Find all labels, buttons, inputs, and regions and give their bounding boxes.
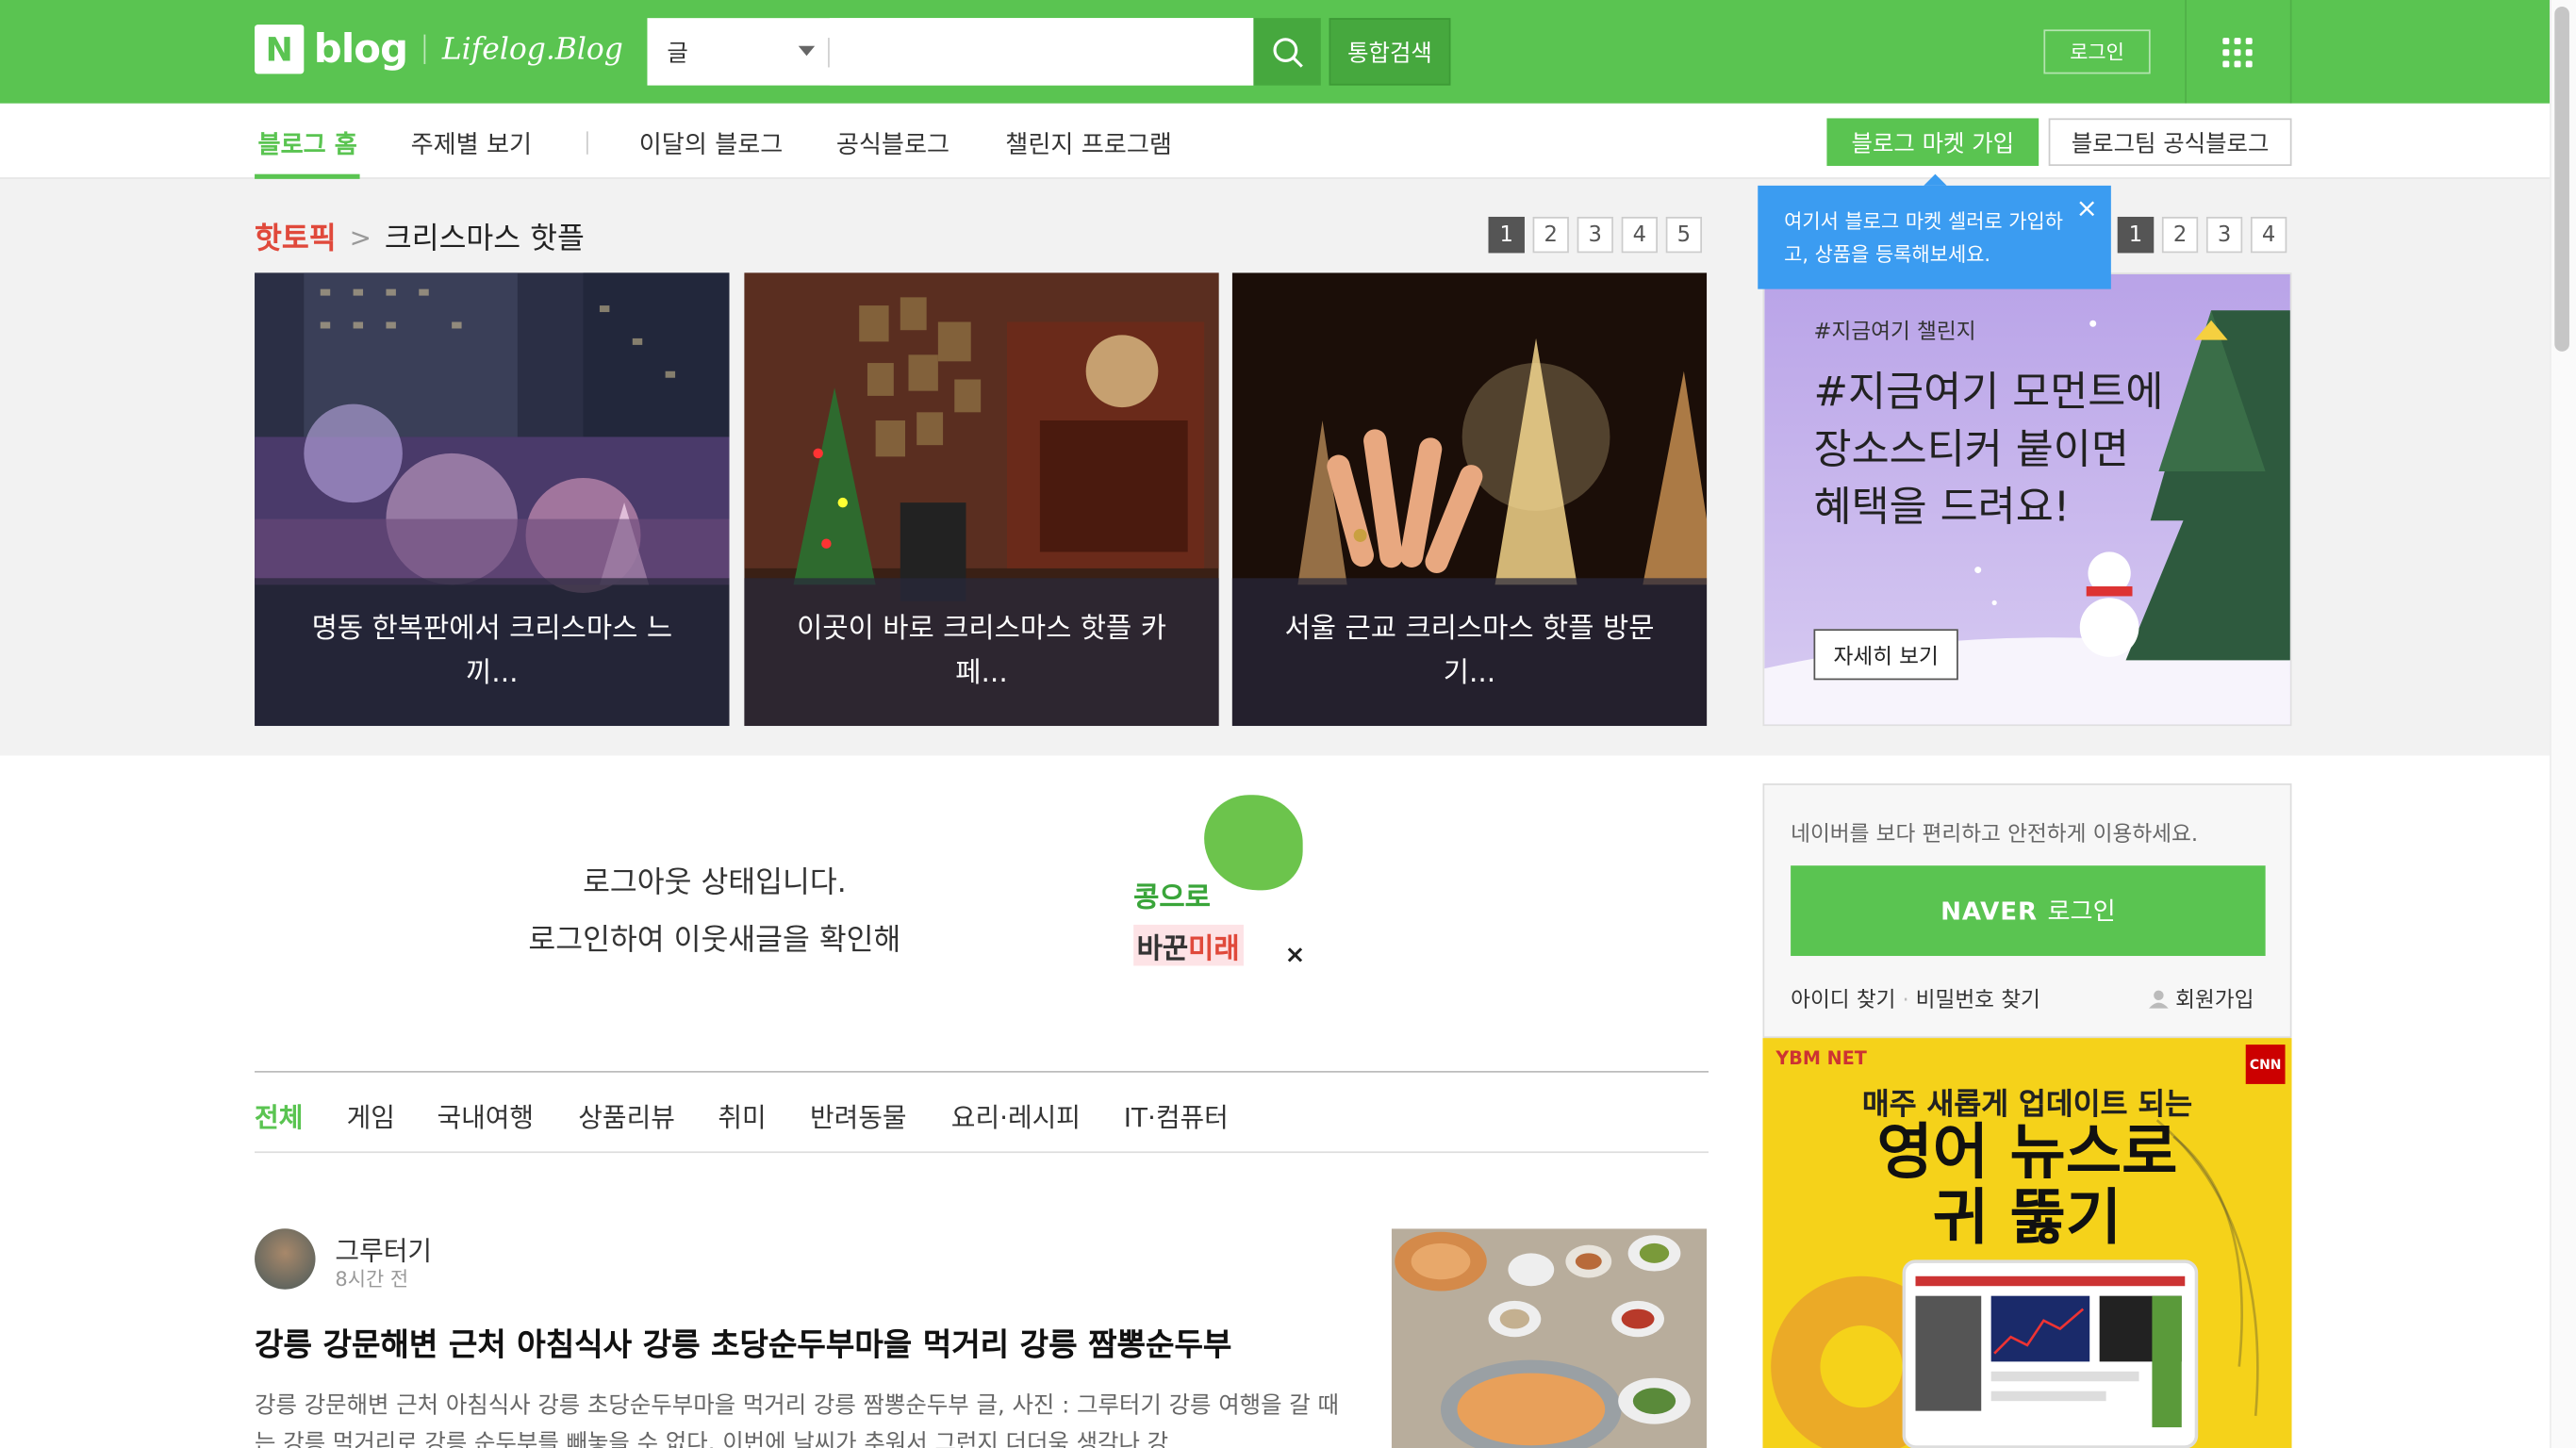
search-box: 글 (647, 18, 1254, 86)
tab-it-computer[interactable]: IT·컴퓨터 (1124, 1095, 1229, 1135)
login-button[interactable]: 로그인 (2043, 29, 2151, 74)
hot-topic-label[interactable]: 핫토픽 (255, 215, 337, 257)
hot-topic-pager: 1 2 3 4 5 (1488, 216, 1703, 254)
card-caption: 명동 한복판에서 크리스마스 느끼... (255, 578, 730, 727)
user-icon (2149, 989, 2170, 1008)
join-label: 회원가입 (2175, 988, 2254, 1013)
page-button[interactable]: 5 (1665, 216, 1703, 254)
login-box: 네이버를 보다 편리하고 안전하게 이용하세요. NAVER 로그인 아이디 찾… (1762, 783, 2292, 1039)
tab-pets[interactable]: 반려동물 (810, 1095, 907, 1135)
ad-line2-a: 영어 뉴스로 (1876, 1116, 2178, 1188)
market-tooltip: 여기서 블로그 마켓 셀러로 가입하고, 상품을 등록해보세요. × (1758, 173, 2111, 289)
nav-challenge-program[interactable]: 챌린지 프로그램 (1005, 126, 1172, 161)
ybm-ad-banner[interactable]: YBM NET CNN 매주 새롭게 업데이트 되는 영어 뉴스로 귀 뚫기 (1762, 1038, 2292, 1448)
cnn-logo: CNN (2245, 1045, 2286, 1084)
ad-device-mockup (1902, 1259, 2199, 1448)
hot-topic-title: 핫토픽 > 크리스마스 핫플 (255, 215, 585, 257)
tab-domestic-travel[interactable]: 국내여행 (437, 1095, 534, 1135)
bakwon-b: 미래 (1188, 932, 1240, 966)
search-button[interactable] (1253, 18, 1321, 86)
tab-game[interactable]: 게임 (347, 1095, 395, 1135)
post-body[interactable]: 강릉 강문해변 근처 아침식사 강릉 초당순두부마을 먹거리 강릉 짬뽕순두부 … (255, 1388, 1355, 1448)
ad-line2-b: 귀 뚫기 (1932, 1182, 2122, 1254)
post-time: 8시간 전 (335, 1268, 409, 1292)
kong-text: 콩으로 (1133, 881, 1211, 915)
post-thumbnail[interactable] (1391, 1228, 1708, 1448)
naver-login-label: 로그인 (2047, 897, 2116, 927)
ybm-logo: YBM NET (1775, 1047, 1867, 1070)
ad-line2: 영어 뉴스로 귀 뚫기 (1762, 1116, 2291, 1254)
topbar-divider (2185, 0, 2188, 104)
nav-blog-home[interactable]: 블로그 홈 (258, 126, 357, 161)
promo-more-button[interactable]: 자세히 보기 (1813, 629, 1958, 681)
logo-divider (423, 34, 426, 64)
hot-topic-card[interactable]: 명동 한복판에서 크리스마스 느끼... (255, 272, 730, 727)
nav-official-blog[interactable]: 공식블로그 (836, 126, 949, 161)
close-icon[interactable]: × (1284, 940, 1305, 969)
close-icon[interactable]: × (2076, 192, 2098, 225)
hot-topic-name: 크리스마스 핫플 (384, 222, 585, 256)
page-button[interactable]: 1 (1488, 216, 1525, 254)
page-button[interactable]: 2 (2161, 216, 2199, 254)
join-link[interactable]: 회원가입 (2149, 982, 2254, 1013)
challenge-promo-banner[interactable]: #지금여기 챌린지 #지금여기 모먼트에 장소스티커 붙이면 혜택을 드려요! … (1762, 272, 2292, 727)
bakwon-a: 바꾼 (1136, 932, 1189, 966)
tab-product-review[interactable]: 상품리뷰 (578, 1095, 675, 1135)
find-id-link[interactable]: 아이디 찾기 (1791, 989, 1895, 1013)
search-category-select[interactable]: 글 (647, 18, 828, 85)
account-links: 아이디 찾기 · 비밀번호 찾기 (1791, 982, 2040, 1013)
hot-topic-card[interactable]: 이곳이 바로 크리스마스 핫플 카페... (744, 272, 1219, 727)
promo-tag: #지금여기 챌린지 (1813, 320, 1976, 345)
hot-topic-card[interactable]: 서울 근교 크리스마스 핫플 방문기... (1231, 272, 1708, 727)
naver-login-button[interactable]: NAVER 로그인 (1791, 865, 2266, 957)
nav-divider (586, 131, 588, 155)
total-search-button[interactable]: 통합검색 (1329, 18, 1451, 86)
naver-wordmark: NAVER (1940, 896, 2039, 926)
apps-grid-icon[interactable] (2218, 33, 2257, 73)
naver-n-icon: N (255, 25, 305, 74)
top-bar: N blog Lifelog.Blog 글 통합검색 로그인 (0, 0, 2551, 104)
blog-market-join-button[interactable]: 블로그 마켓 가입 (1826, 118, 2039, 166)
scrollbar-thumb[interactable] (2554, 6, 2569, 352)
page-button[interactable]: 4 (1621, 216, 1658, 254)
tab-all[interactable]: 전체 (255, 1095, 303, 1135)
search-input[interactable] (829, 18, 1254, 86)
page-button[interactable]: 2 (1532, 216, 1569, 254)
logo-lifelog-text: Lifelog.Blog (441, 31, 623, 67)
sub-nav: 블로그 홈 주제별 보기 이달의 블로그 공식블로그 챌린지 프로그램 블로그 … (0, 103, 2551, 179)
blog-team-official-button[interactable]: 블로그팀 공식블로그 (2048, 118, 2292, 166)
post-author[interactable]: 그루터기 (335, 1228, 432, 1268)
bakwon-text: 바꾼미래 (1133, 924, 1244, 966)
nav-by-topic[interactable]: 주제별 보기 (411, 126, 533, 161)
naver-blog-logo[interactable]: N blog Lifelog.Blog (255, 25, 623, 74)
ad-screen-content (1915, 1275, 2186, 1428)
search-icon (1272, 37, 1303, 67)
link-separator: · (1902, 988, 1909, 1013)
category-tabs: 전체 게임 국내여행 상품리뷰 취미 반려동물 요리·레시피 IT·컴퓨터 (255, 1070, 1709, 1154)
page-button[interactable]: 3 (1577, 216, 1613, 254)
caret-down-icon (798, 45, 816, 57)
chevron-right-icon: > (349, 221, 372, 253)
post-title[interactable]: 강릉 강문해변 근처 아침식사 강릉 초당순두부마을 먹거리 강릉 짬뽕순두부 (255, 1321, 1231, 1365)
nav-blog-of-month[interactable]: 이달의 블로그 (639, 126, 784, 161)
promo-headline: #지금여기 모먼트에 장소스티커 붙이면 혜택을 드려요! (1813, 368, 2164, 531)
tab-hobby[interactable]: 취미 (718, 1095, 766, 1135)
tooltip-arrow (1924, 173, 1947, 186)
page-button[interactable]: 3 (2205, 216, 2243, 254)
search-category-value: 글 (667, 40, 688, 67)
card-caption: 서울 근교 크리스마스 핫플 방문기... (1231, 578, 1708, 727)
find-password-link[interactable]: 비밀번호 찾기 (1916, 989, 2040, 1013)
logo-blog-text: blog (313, 25, 408, 73)
card-caption: 이곳이 바로 크리스마스 핫플 카페... (744, 578, 1219, 727)
avatar[interactable] (255, 1228, 316, 1290)
promo-pager: 1 2 3 4 (2117, 216, 2287, 254)
page-button[interactable]: 1 (2117, 216, 2155, 254)
page-button[interactable]: 4 (2250, 216, 2287, 254)
tooltip-text: 여기서 블로그 마켓 셀러로 가입하고, 상품을 등록해보세요. (1784, 210, 2064, 267)
login-box-text: 네이버를 보다 편리하고 안전하게 이용하세요. (1791, 822, 2199, 848)
topbar-divider (2289, 0, 2292, 104)
post-thumbnail-image (1391, 1228, 1708, 1448)
tab-cooking[interactable]: 요리·레시피 (951, 1095, 1081, 1135)
